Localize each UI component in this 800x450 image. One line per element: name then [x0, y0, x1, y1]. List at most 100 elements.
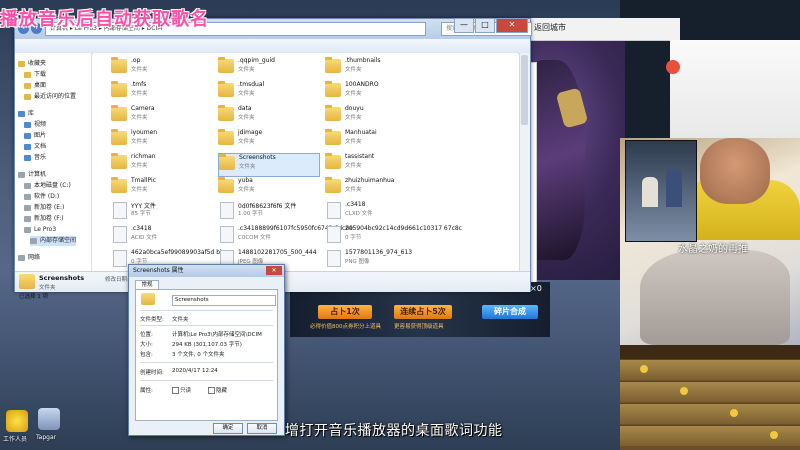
- record-icon[interactable]: [666, 60, 680, 74]
- item-type: 文件夹: [345, 91, 362, 97]
- nav-item[interactable]: 图片: [24, 131, 46, 141]
- close-icon[interactable]: ✕: [266, 266, 282, 275]
- nav-item[interactable]: 文档: [24, 142, 46, 152]
- file-icon: [113, 250, 127, 267]
- nav-item[interactable]: 桌面: [24, 81, 46, 91]
- nav-item-label: 收藏夹: [28, 60, 47, 67]
- item-type: PNG 图像: [345, 259, 370, 265]
- folder-item[interactable]: 100ANDRO 文件夹: [325, 81, 425, 103]
- type-value: 文件夹: [172, 317, 189, 323]
- item-type: 文件夹: [238, 115, 255, 121]
- file-item[interactable]: .c34188899f6107fc5950fc6742 6dc09 C0COM 文…: [218, 225, 353, 247]
- folder-item[interactable]: tassistant 文件夹: [325, 153, 425, 175]
- maximize-icon[interactable]: □: [475, 18, 495, 33]
- item-type: 文件夹: [239, 164, 256, 170]
- folder-icon: [325, 81, 341, 97]
- folder-item[interactable]: douyu 文件夹: [325, 105, 425, 127]
- file-item[interactable]: .c3418 CLXD 文件: [325, 201, 425, 223]
- nav-item[interactable]: 新加卷 (F:): [24, 214, 64, 224]
- nav-item[interactable]: Le Pro3: [24, 225, 56, 235]
- item-name: richman: [131, 153, 156, 160]
- folder-item[interactable]: richman 文件夹: [111, 153, 211, 175]
- folder-icon: [24, 215, 31, 222]
- item-type: 文件夹: [131, 187, 148, 193]
- item-type: 文件夹: [131, 163, 148, 169]
- nav-item[interactable]: 收藏夹: [18, 59, 46, 69]
- folder-item[interactable]: Screenshots 文件夹: [218, 153, 320, 177]
- hidden-checkbox[interactable]: [208, 387, 215, 394]
- pip-camera: [625, 140, 697, 242]
- folder-item[interactable]: .tmsdual 文件夹: [218, 81, 318, 103]
- file-item[interactable]: .c3418 ACID 文件: [111, 225, 211, 247]
- nav-item[interactable]: 内部存储空间: [30, 236, 77, 246]
- divider: [140, 310, 273, 311]
- close-icon[interactable]: ✕: [496, 18, 528, 33]
- item-name: Camera: [131, 105, 155, 112]
- item-name: TmallPic: [131, 177, 156, 184]
- file-item[interactable]: 1577801136_974_613 PNG 图像: [325, 249, 425, 271]
- readonly-checkbox[interactable]: [172, 387, 179, 394]
- file-icon: [113, 226, 127, 243]
- item-name: .tmsdual: [238, 81, 265, 88]
- scrollbar-thumb[interactable]: [521, 55, 528, 125]
- name-field[interactable]: Screenshots: [172, 295, 276, 306]
- nav-item[interactable]: 下载: [24, 70, 46, 80]
- folder-item[interactable]: zhuizhuimanhua 文件夹: [325, 177, 425, 199]
- fragment-merge-button[interactable]: 碎片合成: [482, 305, 538, 319]
- scrollbar[interactable]: [519, 53, 530, 271]
- folder-icon: [218, 129, 234, 145]
- folder-icon: [325, 153, 341, 169]
- file-item[interactable]: 2e5904bc92c14cd9d661c10317 67c8c 0 字节: [325, 225, 462, 247]
- divine-once-button[interactable]: 占卜1次: [318, 305, 372, 319]
- nav-item[interactable]: 计算机: [18, 170, 46, 180]
- file-list: .op 文件夹 .qqpim_guid 文件夹 .thumbnails 文件夹 .tmfs 文…: [93, 53, 518, 271]
- item-type: 文件夹: [131, 91, 148, 97]
- folder-item[interactable]: .tmfs 文件夹: [111, 81, 211, 103]
- nav-item[interactable]: 网络: [18, 253, 40, 263]
- mini-game-bar: [620, 345, 800, 359]
- folder-item[interactable]: data 文件夹: [218, 105, 318, 127]
- item-name: .thumbnails: [345, 57, 381, 64]
- coin-icon: [640, 365, 648, 373]
- folder-item[interactable]: .qqpim_guid 文件夹: [218, 57, 318, 79]
- dialog-title: Screenshots 属性: [129, 265, 284, 277]
- folder-icon: [218, 57, 234, 73]
- subtitle-caption: 增打开音乐播放器的桌面歌词功能: [285, 423, 503, 439]
- item-name: jdimage: [238, 129, 263, 136]
- nav-item[interactable]: 音乐: [24, 153, 46, 163]
- nav-item[interactable]: 最近访问的位置: [24, 92, 76, 102]
- folder-item[interactable]: yuba 文件夹: [218, 177, 318, 199]
- nav-item[interactable]: 软件 (D:): [24, 192, 59, 202]
- dialog-body: Screenshots 文件类型: 文件夹 位置: 计算机\Le Pro3\内部…: [135, 289, 278, 421]
- file-icon: [220, 202, 234, 219]
- folder-item[interactable]: iyoumen 文件夹: [111, 129, 211, 151]
- file-icon: [327, 202, 341, 219]
- pip-person: [642, 177, 658, 207]
- type-label: 文件类型:: [140, 317, 164, 323]
- folder-item[interactable]: .thumbnails 文件夹: [325, 57, 425, 79]
- nav-item[interactable]: 本地磁盘 (C:): [24, 181, 71, 191]
- folder-icon: [111, 57, 127, 73]
- folder-item[interactable]: Manhuatai 文件夹: [325, 129, 425, 151]
- folder-item[interactable]: Camera 文件夹: [111, 105, 211, 127]
- folder-icon: [111, 153, 127, 169]
- folder-item[interactable]: jdimage 文件夹: [218, 129, 318, 151]
- cancel-button[interactable]: 取消: [247, 423, 277, 434]
- minimize-icon[interactable]: —: [454, 18, 474, 33]
- folder-icon: [24, 226, 31, 233]
- folder-item[interactable]: TmallPic 文件夹: [111, 177, 211, 199]
- folder-item[interactable]: .op 文件夹: [111, 57, 211, 79]
- nav-item[interactable]: 新加卷 (E:): [24, 203, 64, 213]
- divine-five-button[interactable]: 连续占卜5次: [394, 305, 452, 319]
- desktop-app-icon[interactable]: [6, 410, 28, 432]
- ok-button[interactable]: 确定: [213, 423, 243, 434]
- size-label: 大小:: [140, 342, 153, 348]
- file-item[interactable]: YYY 文件 85 字节: [111, 201, 211, 223]
- file-item[interactable]: 0d0f68623f6f6 文件 1.00 字节: [218, 201, 318, 223]
- nav-item[interactable]: 视频: [24, 120, 46, 130]
- nav-item[interactable]: 库: [18, 109, 34, 119]
- desktop-app-icon[interactable]: [38, 408, 60, 430]
- item-name: iyoumen: [131, 129, 158, 136]
- folder-icon: [111, 129, 127, 145]
- nav-item-label: 软件 (D:): [34, 193, 60, 200]
